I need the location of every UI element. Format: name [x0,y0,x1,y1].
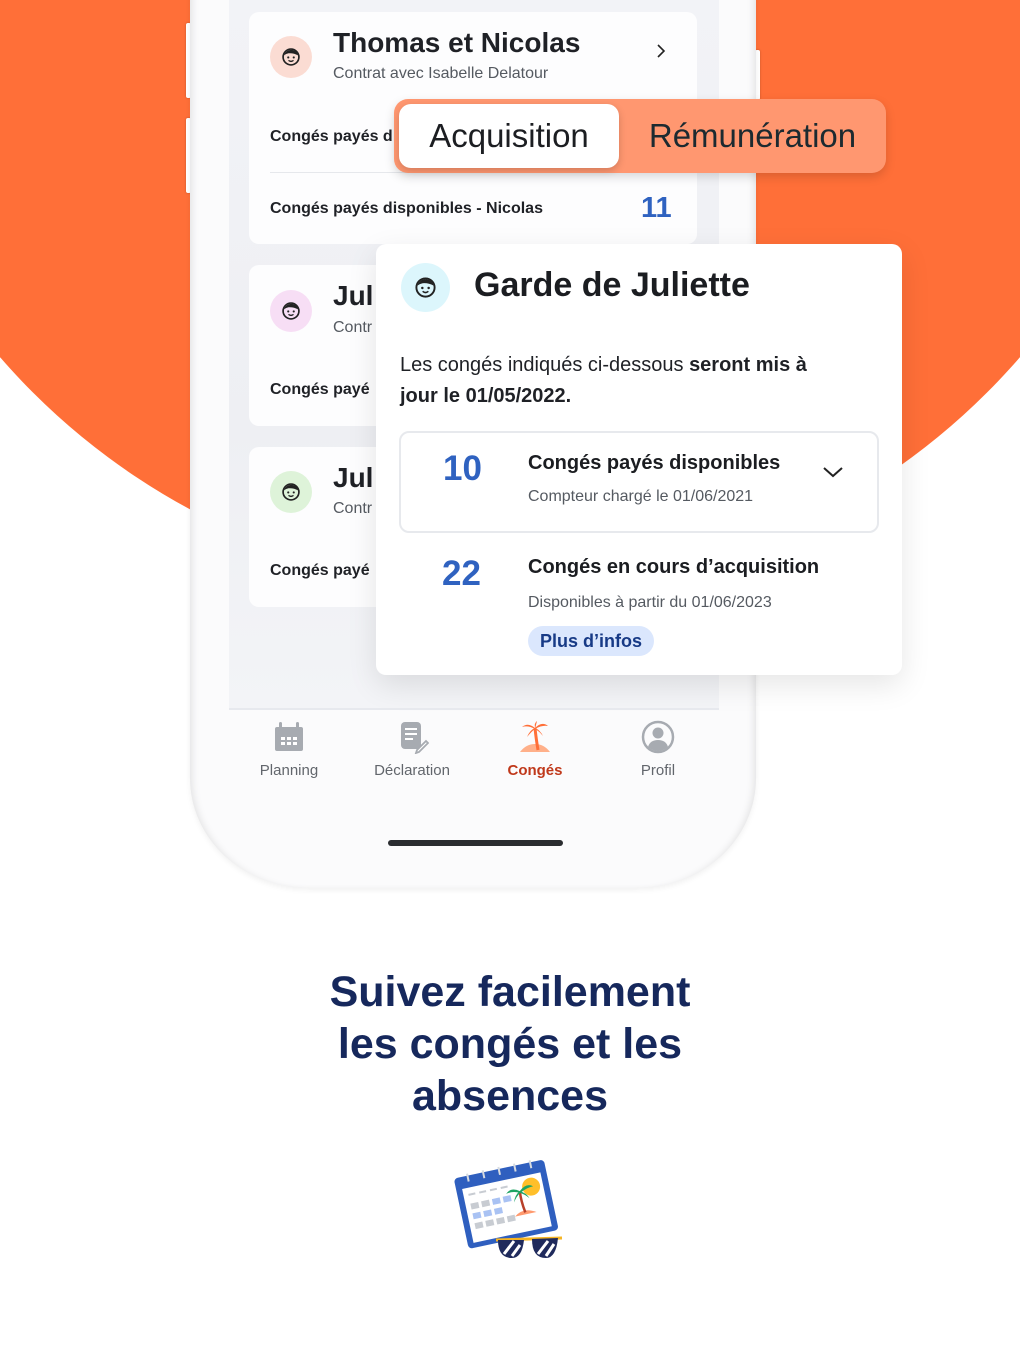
tagline-line: absences [411,1072,609,1120]
tab-label: Planning [259,762,319,779]
tagline-line: Suivez facilement [329,968,691,1016]
counter-subtitle: Disponibles à partir du 01/06/2023 [528,594,772,611]
tab-label: Déclaration [374,762,450,779]
panel-title: Garde de Juliette [474,266,750,304]
counter-subtitle: Compteur chargé le 01/06/2021 [528,488,754,505]
child-avatar-icon [270,471,312,513]
tab-conges[interactable]: Congés [475,720,595,779]
counter-value: 10 [443,449,482,488]
update-notice-text: Les congés indiqués ci-dessous [400,354,690,376]
counter-value: 22 [442,554,481,593]
chevron-down-icon[interactable] [822,465,844,479]
card-row-label: Congés payés d [270,128,393,145]
card-row-value: 11 [641,192,672,224]
card-row-label: Congés payés disponibles - Nicolas [270,200,543,217]
home-indicator [388,840,563,846]
child-avatar-icon [270,36,312,78]
tab-label: Profil [640,762,676,779]
contract-subtitle: Contrat avec Isabelle Delatour [333,65,549,82]
contract-subtitle: Contr [333,500,373,517]
leave-detail-panel: Garde de Juliette Les congés indiqués ci… [376,244,902,675]
card-row-label: Congés payé [270,381,370,398]
tab-label: Congés [507,762,563,779]
counter-label: Congés en cours d’acquisition [528,556,820,578]
tab-profil[interactable]: Profil [598,720,718,779]
tab-planning[interactable]: Planning [229,720,349,779]
contract-subtitle: Contr [333,319,373,336]
nav-divider [229,708,719,710]
child-avatar-icon [401,263,450,312]
document-edit-icon [401,722,429,754]
chevron-right-icon[interactable] [654,44,668,58]
tagline-line: les congés et les [337,1020,683,1068]
more-info-button[interactable]: Plus d’infos [528,626,655,656]
tab-declaration[interactable]: Déclaration [352,720,472,779]
available-leave-counter[interactable]: 10 Congés payés disponibles Compteur cha… [399,431,879,533]
counter-label: Congés payés disponibles [528,452,781,474]
segmented-control: Acquisition Rémunération [394,99,886,173]
calendar-vacation-icon [454,1160,563,1258]
tagline: Suivez facilement les congés et les abse… [0,966,1020,1122]
contract-title: Jul [333,462,374,493]
contract-title: Jul [333,280,374,311]
segment-remuneration-button[interactable]: Rémunération [624,104,881,168]
update-notice: Les congés indiqués ci-dessous seront mi… [400,350,850,412]
child-avatar-icon [270,290,312,332]
palm-island-icon [520,721,550,752]
contract-title: Thomas et Nicolas [333,27,581,58]
segment-acquisition-button[interactable]: Acquisition [399,104,619,168]
user-circle-icon [641,720,675,754]
calendar-icon [275,722,303,751]
card-row-label: Congés payé [270,562,370,579]
